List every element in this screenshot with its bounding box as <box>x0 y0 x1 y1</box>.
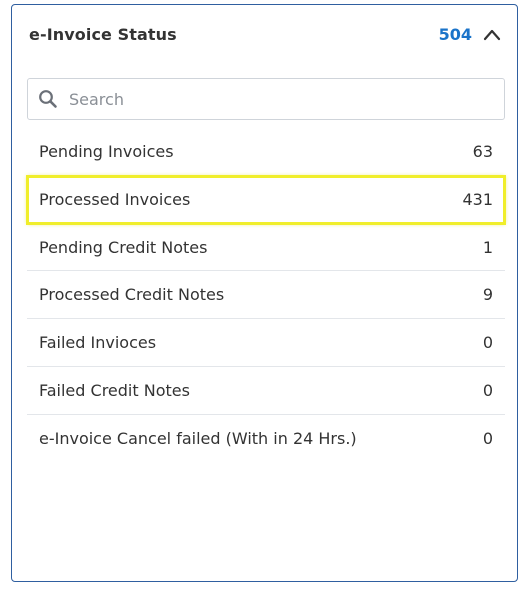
item-count: 0 <box>482 333 493 353</box>
list-item-failed-invoices[interactable]: Failed Invioces 0 <box>27 319 505 367</box>
item-label: Processed Invoices <box>39 189 191 209</box>
collapse-button[interactable] <box>481 25 503 45</box>
item-label: e-Invoice Cancel failed (With in 24 Hrs.… <box>39 428 357 448</box>
item-count: 63 <box>472 142 493 161</box>
item-count: 0 <box>482 380 493 400</box>
list-item-pending-credit-notes[interactable]: Pending Credit Notes 1 <box>27 224 505 272</box>
item-count: 431 <box>462 189 493 209</box>
list-item-processed-invoices[interactable]: Processed Invoices 431 <box>26 174 506 225</box>
item-label: Pending Invoices <box>39 142 174 161</box>
search-icon <box>39 90 57 108</box>
list-item-pending-invoices[interactable]: Pending Invoices 63 <box>27 128 505 176</box>
item-label: Failed Invioces <box>39 333 157 353</box>
total-count[interactable]: 504 <box>439 25 472 44</box>
list-item-failed-credit-notes[interactable]: Failed Credit Notes 0 <box>27 367 505 415</box>
item-label: Failed Credit Notes <box>39 380 190 400</box>
item-label: Pending Credit Notes <box>39 237 208 257</box>
panel-title: e-Invoice Status <box>29 25 177 44</box>
item-count: 9 <box>482 285 493 305</box>
item-count: 0 <box>482 428 493 448</box>
search-input[interactable] <box>69 79 489 119</box>
search-box[interactable] <box>27 78 505 120</box>
e-invoice-status-panel: e-Invoice Status 504 Pending Invoices 63… <box>11 4 518 582</box>
item-label: Processed Credit Notes <box>39 285 225 305</box>
list-item-processed-credit-notes[interactable]: Processed Credit Notes 9 <box>27 271 505 320</box>
panel-header: e-Invoice Status 504 <box>12 5 517 67</box>
list-item-cancel-failed[interactable]: e-Invoice Cancel failed (With in 24 Hrs.… <box>27 415 505 463</box>
chevron-up-icon <box>483 29 501 41</box>
status-list: Pending Invoices 63 Processed Invoices 4… <box>26 128 506 463</box>
item-count: 1 <box>482 237 493 257</box>
